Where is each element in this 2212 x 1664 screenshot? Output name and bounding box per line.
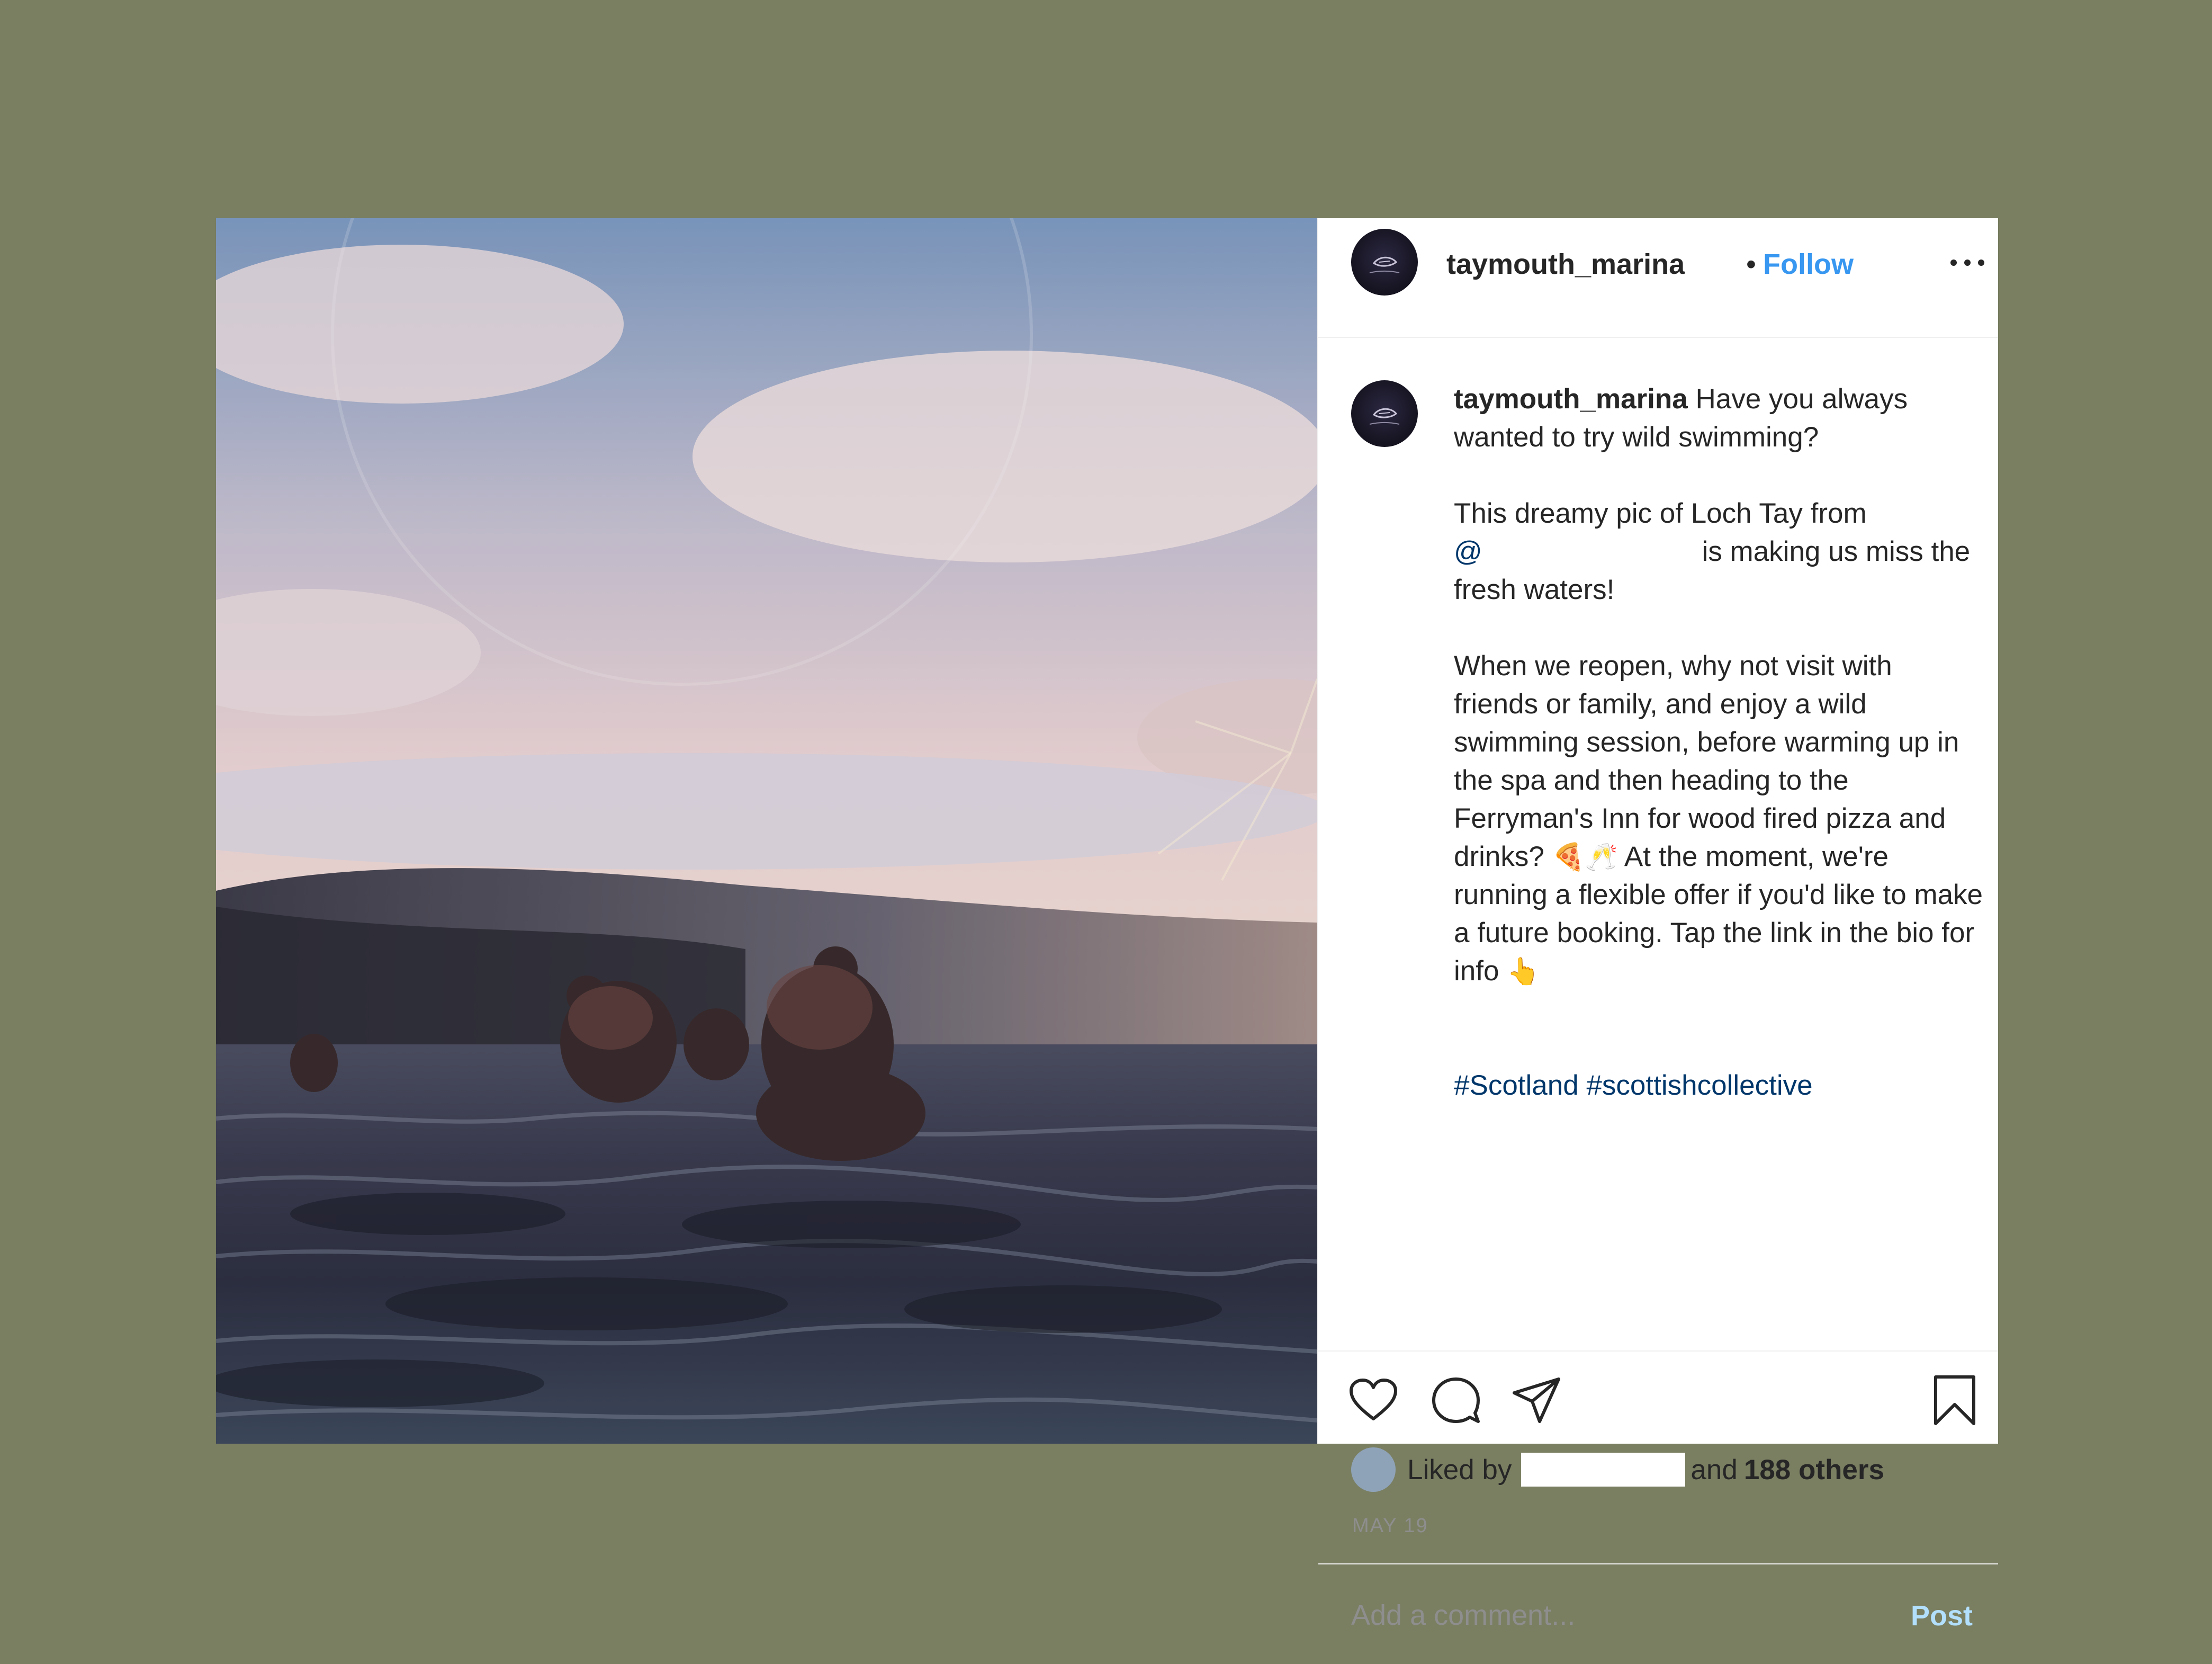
caption-avatar[interactable] [1351,380,1418,447]
post-comment-button[interactable]: Post [1911,1599,1973,1632]
heart-icon[interactable] [1347,1374,1400,1427]
caption-hashtags[interactable]: #Scotland #scottishcollective [1454,1067,1983,1105]
bookmark-icon[interactable] [1928,1374,1981,1427]
caption-scroll-area[interactable]: taymouth_marina Have you always wanted t… [1318,338,1998,1231]
comment-input[interactable] [1351,1594,1828,1636]
pointing-up-emoji: 👆 [1507,956,1540,987]
dot [1950,260,1957,266]
dot [1964,260,1971,266]
caption-para3-part1: When we reopen, why not visit with frien… [1454,650,1959,872]
marina-logo-icon [1369,256,1400,273]
caption-mention[interactable]: @ [1454,536,1482,567]
liker-avatar[interactable] [1351,1447,1396,1492]
post-photo[interactable] [216,218,1317,1444]
caption-para2-start: This dreamy pic of Loch Tay from [1454,498,1867,529]
likes-and-label: and [1691,1454,1738,1486]
comment-bar: Post [1318,1563,1998,1664]
post-caption: taymouth_marina Have you always wanted t… [1454,380,1983,1117]
post-header: taymouth_marina • Follow [1318,218,1998,338]
header-username[interactable]: taymouth_marina [1446,248,1685,281]
marina-logo-icon [1369,408,1400,425]
liker-username-redacted[interactable] [1521,1453,1686,1487]
header-separator: • [1746,248,1756,280]
pizza-drinks-emoji: 🍕🥂 [1552,842,1618,872]
likes-summary: Liked by and 188 others [1351,1446,1986,1493]
caption-para2-end: is making us miss the fresh waters! [1454,536,1971,605]
instagram-post: taymouth_marina • Follow taymouth_marina [216,218,1998,1636]
post-date[interactable]: MAY 19 [1352,1515,1428,1537]
follow-button[interactable]: Follow [1763,248,1854,281]
paper-plane-icon[interactable] [1510,1374,1563,1427]
more-options-icon[interactable] [1950,252,1984,273]
profile-avatar[interactable] [1351,229,1418,296]
post-side-panel: taymouth_marina • Follow taymouth_marina [1317,218,1998,1636]
likes-count[interactable]: 188 others [1744,1454,1884,1486]
liked-by-label: Liked by [1407,1454,1512,1486]
caption-username[interactable]: taymouth_marina [1454,383,1688,415]
caption-overflow-fade [1454,1105,1983,1117]
wild-swimming-photo [216,218,1317,1444]
dot [1978,260,1984,266]
comment-icon[interactable] [1429,1374,1482,1427]
action-bar [1318,1350,1998,1456]
